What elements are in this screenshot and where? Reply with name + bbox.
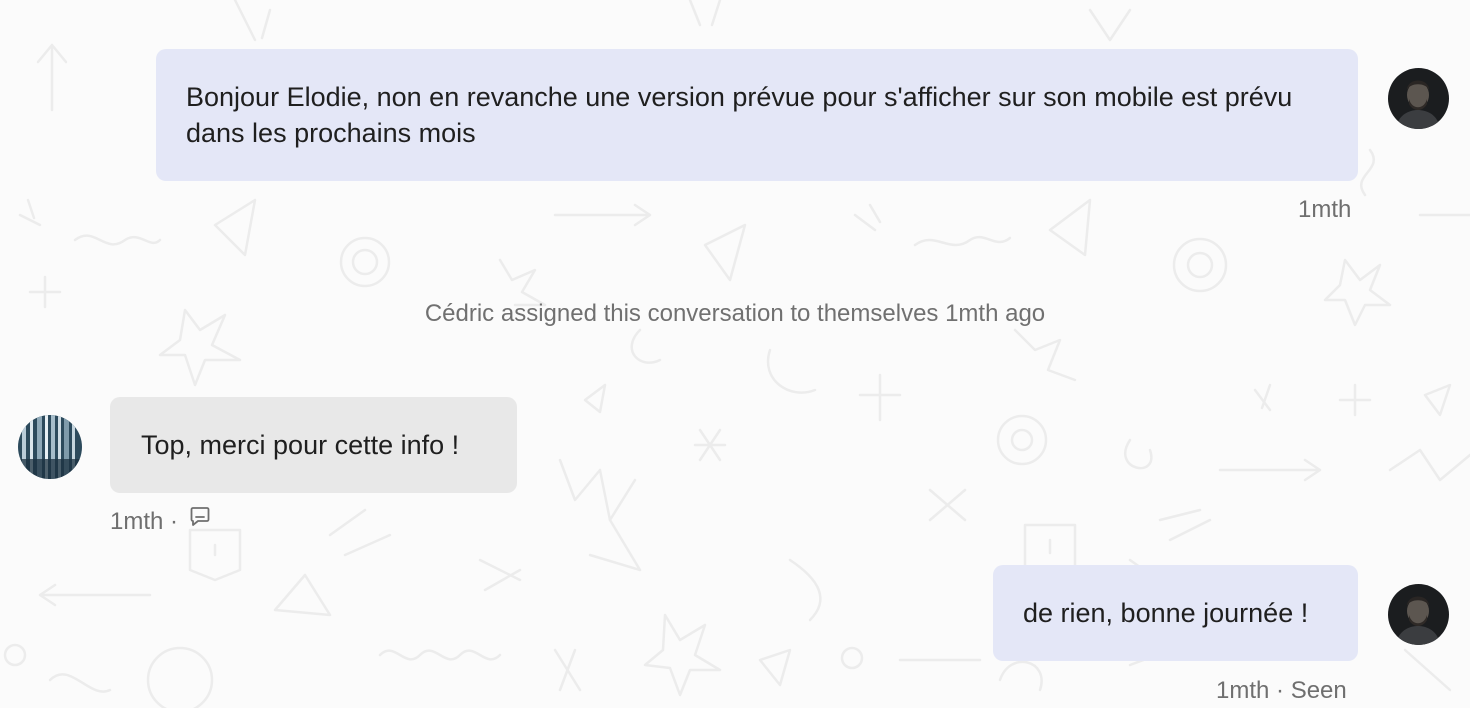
message-bubble-outgoing[interactable]: de rien, bonne journée ! [993, 565, 1358, 661]
message-text: Top, merci pour cette info ! [141, 430, 460, 460]
agent-avatar-icon [1388, 68, 1449, 129]
customer-avatar[interactable] [18, 415, 82, 479]
conversation-thread: Bonjour Elodie, non en revanche une vers… [0, 0, 1470, 708]
message-bubble-outgoing[interactable]: Bonjour Elodie, non en revanche une vers… [156, 49, 1358, 181]
message-meta: 1mth · [110, 505, 211, 537]
agent-avatar[interactable] [1388, 584, 1449, 645]
message-time: 1mth [110, 508, 164, 535]
message-text: Bonjour Elodie, non en revanche une vers… [186, 82, 1293, 148]
message-bubble-incoming[interactable]: Top, merci pour cette info ! [110, 397, 517, 493]
seen-status: Seen [1290, 677, 1347, 704]
agent-avatar[interactable] [1388, 68, 1449, 129]
message-text: de rien, bonne journée ! [1023, 598, 1309, 628]
message-meta: 1mth · Seen [1216, 677, 1347, 705]
message-time: 1mth [1216, 677, 1270, 704]
note-icon[interactable] [189, 505, 211, 534]
message-time: 1mth [1298, 196, 1352, 223]
assignment-event: Cédric assigned this conversation to the… [424, 300, 1046, 327]
customer-avatar-icon [18, 415, 82, 479]
meta-separator: · [170, 508, 179, 535]
agent-avatar-icon [1388, 584, 1449, 645]
meta-separator: · [1276, 677, 1285, 704]
